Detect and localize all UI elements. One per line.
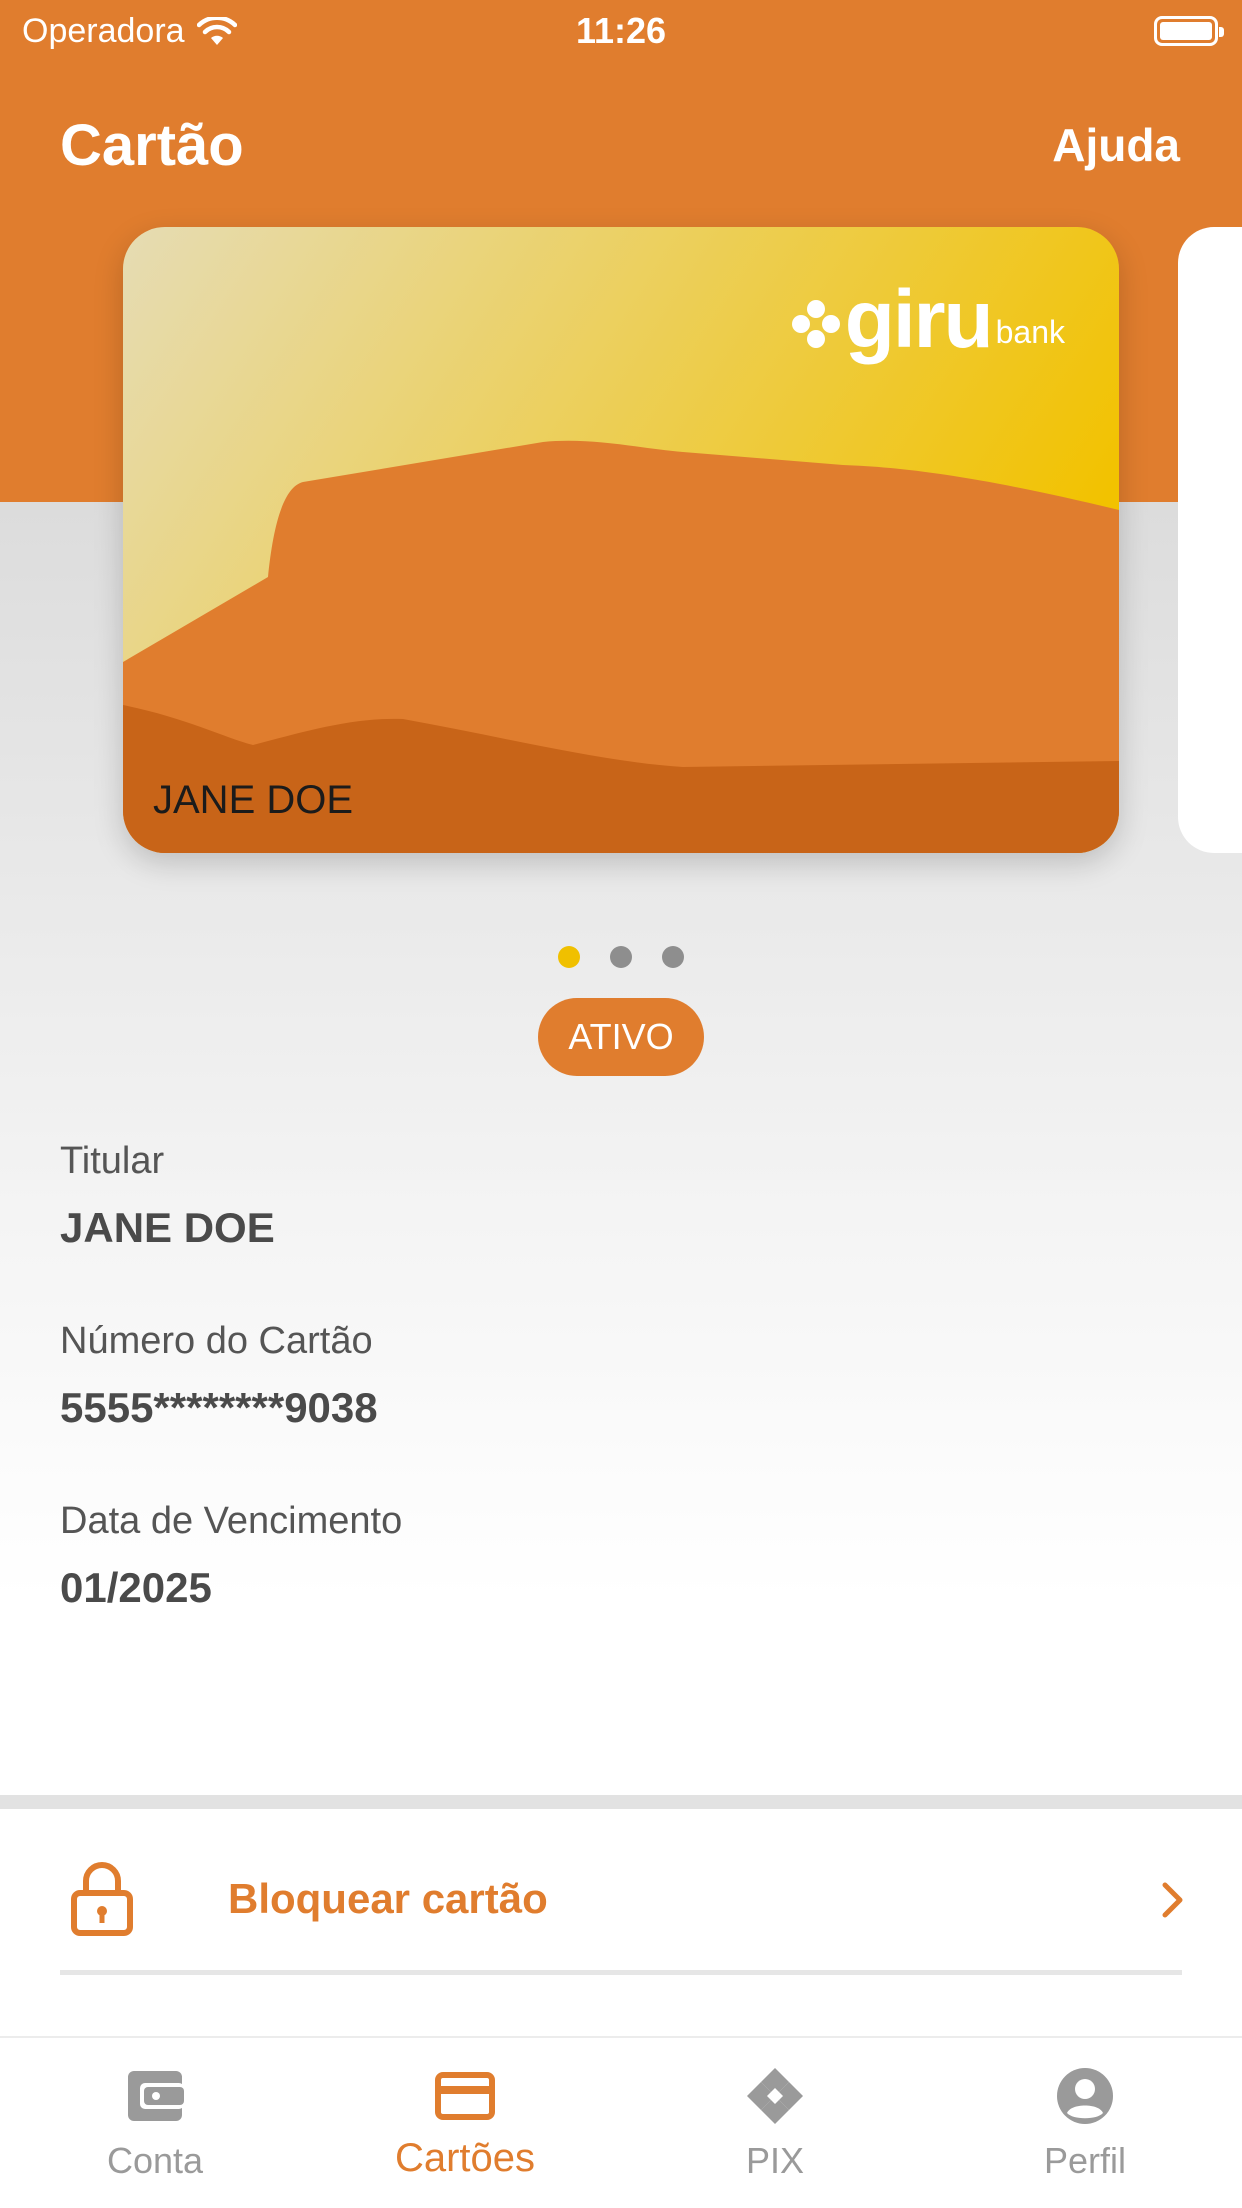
status-time: 11:26	[575, 10, 667, 51]
pagination-dot-active[interactable]	[558, 946, 580, 968]
bottom-tab-bar: Conta Cartões PIX Perfil	[0, 2036, 1242, 2208]
wallet-icon	[128, 2071, 184, 2121]
pix-icon	[747, 2068, 803, 2124]
logo-mark-icon	[791, 300, 840, 348]
holder-label: Titular	[60, 1140, 165, 1182]
next-card-peek[interactable]	[1178, 227, 1242, 853]
card-number-value: 5555********9038	[60, 1384, 378, 1431]
status-bar: Operadora 11:26	[0, 0, 1242, 64]
pagination-dot[interactable]	[610, 946, 632, 968]
pagination-dot[interactable]	[662, 946, 684, 968]
chevron-right-icon	[1162, 1882, 1183, 1918]
giru-bank-logo: giru bank	[791, 279, 1065, 361]
user-icon	[1057, 2068, 1113, 2124]
block-card-label: Bloquear cartão	[228, 1875, 548, 1922]
tab-label: PIX	[745, 2140, 805, 2181]
tab-label: Cartões	[394, 2136, 536, 2180]
expiry-value: 01/2025	[60, 1564, 212, 1611]
credit-card[interactable]: giru bank JANE DOE	[123, 227, 1119, 853]
expiry-label: Data de Vencimento	[60, 1500, 403, 1542]
section-divider	[0, 1795, 1242, 1809]
card-holder-name: JANE DOE	[153, 778, 354, 822]
carousel-pagination	[0, 946, 1242, 968]
holder-value: JANE DOE	[60, 1204, 275, 1251]
logo-giru-text: giru	[844, 274, 994, 365]
page-title: Cartão	[60, 113, 244, 178]
tab-label: Perfil	[1043, 2140, 1127, 2181]
card-number-label: Número do Cartão	[60, 1320, 373, 1362]
tab-label: Conta	[106, 2140, 204, 2181]
logo-bank-text: bank	[995, 314, 1065, 350]
block-card-row[interactable]: Bloquear cartão	[0, 1809, 1242, 1979]
tab-conta[interactable]: Conta	[0, 2038, 310, 2208]
card-status-badge: ATIVO	[538, 998, 704, 1076]
lock-icon	[71, 1862, 133, 1936]
tab-cartoes[interactable]: Cartões	[310, 2038, 620, 2208]
battery-icon	[1154, 16, 1224, 46]
row-divider	[60, 1970, 1182, 1975]
tab-pix[interactable]: PIX	[620, 2038, 930, 2208]
tab-perfil[interactable]: Perfil	[930, 2038, 1240, 2208]
help-button[interactable]: Ajuda	[1052, 118, 1180, 172]
credit-card-icon	[435, 2072, 495, 2120]
